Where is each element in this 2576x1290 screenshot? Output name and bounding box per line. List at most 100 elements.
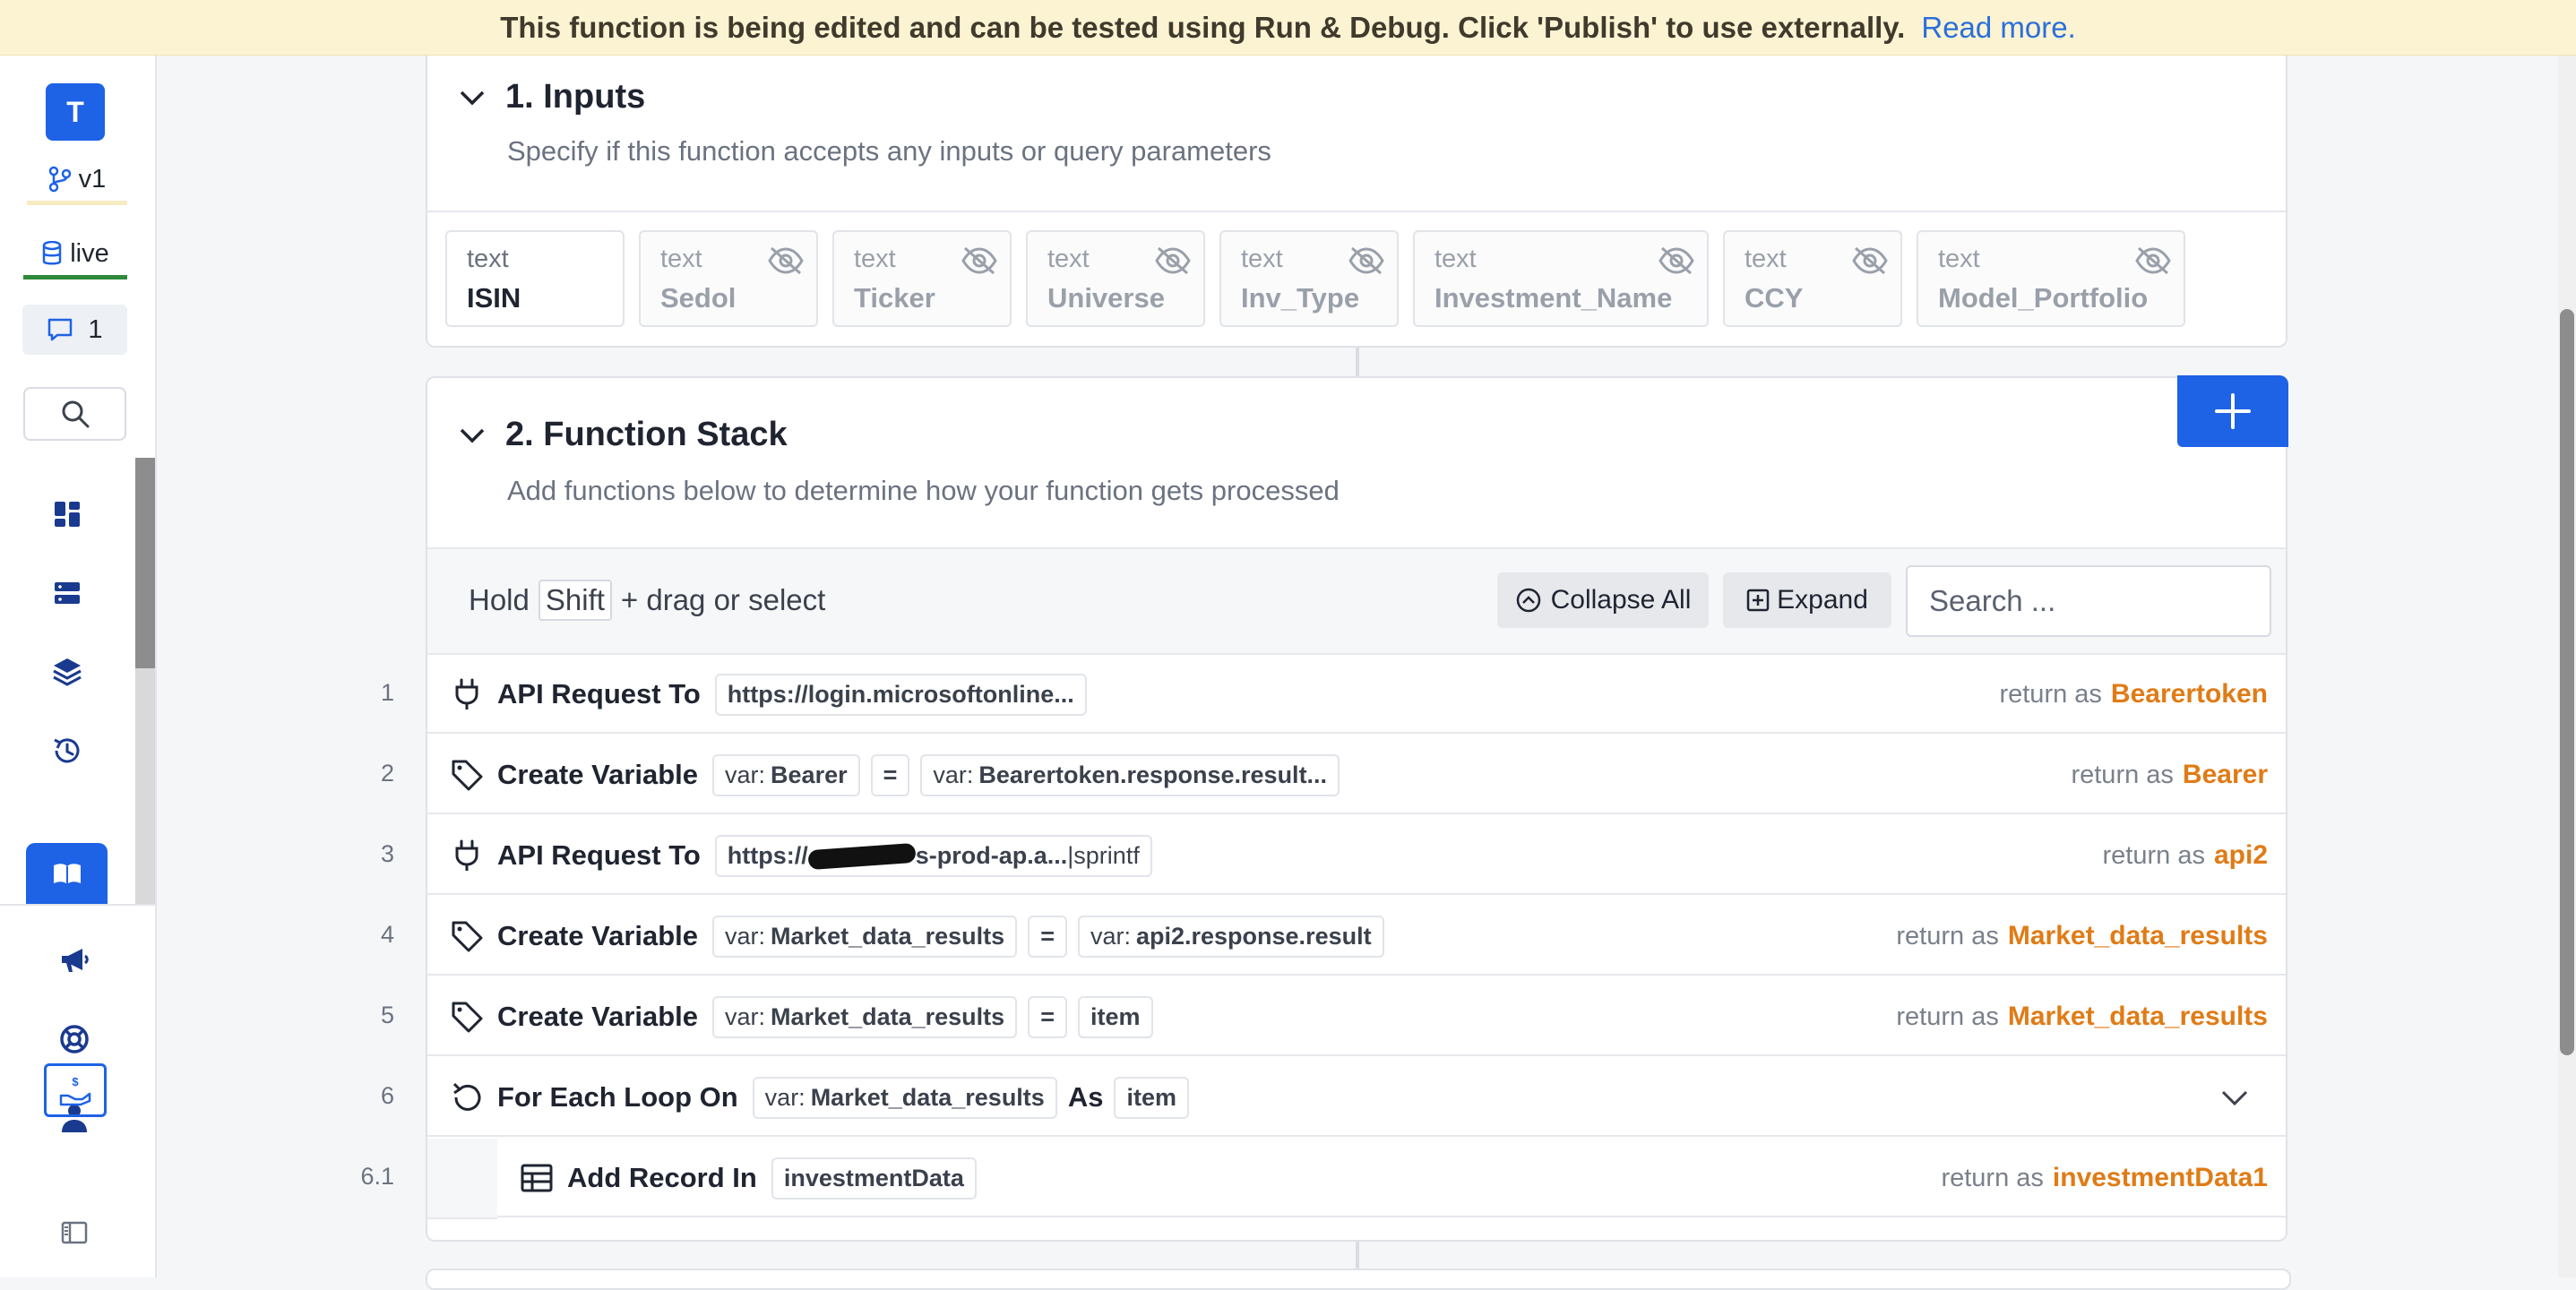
comments-count: 1 <box>88 314 103 344</box>
input-pill-ccy[interactable]: text CCY <box>1723 230 1902 327</box>
inputs-header[interactable]: 1. Inputs <box>459 78 645 116</box>
eye-off-icon[interactable] <box>2133 245 2173 277</box>
input-name: Sedol <box>660 282 737 314</box>
return-label: return as <box>1941 1163 2044 1192</box>
inputs-section: 1. Inputs Specify if this function accep… <box>426 55 2287 348</box>
database-icon[interactable] <box>36 562 99 624</box>
stack-title: 2. Function Stack <box>505 416 788 453</box>
chevron-down-icon[interactable] <box>459 89 486 107</box>
chip-value: Market_data_results <box>771 922 1005 950</box>
input-type: text <box>1047 245 1090 273</box>
url-part: s-prod-ap.a... <box>915 841 1068 869</box>
chevron-down-icon[interactable] <box>459 426 486 444</box>
history-icon[interactable] <box>36 719 99 782</box>
comments-button[interactable]: 1 <box>22 305 127 355</box>
row-title: Create Variable <box>497 759 699 790</box>
stack-row[interactable]: Create Variable var: Market_data_results … <box>427 977 2286 1056</box>
add-function-button[interactable] <box>2177 375 2288 447</box>
input-pill-inv-type[interactable]: text Inv_Type <box>1219 230 1399 327</box>
return-as: return as investmentData1 <box>1941 1139 2268 1217</box>
chip-prefix: var: <box>725 761 766 788</box>
stack-row[interactable]: Create Variable var: Bearer = var: Bearert… <box>427 735 2286 814</box>
eye-off-icon[interactable] <box>1347 245 1386 277</box>
tag-icon <box>452 921 483 952</box>
table-icon <box>521 1164 553 1192</box>
equals-chip: = <box>1028 995 1067 1038</box>
sidebar-toggle-icon[interactable] <box>43 1201 106 1264</box>
value-chip[interactable]: var: Market_data_results <box>752 1076 1057 1119</box>
variable-chip[interactable]: var: Market_data_results <box>712 995 1018 1038</box>
stack-row[interactable]: Create Variable var: Market_data_results … <box>427 897 2286 976</box>
expand-button[interactable]: Expand <box>1723 572 1891 628</box>
input-pill-model-portfolio[interactable]: text Model_Portfolio <box>1917 230 2185 327</box>
value-chip[interactable]: item <box>1077 995 1153 1038</box>
tag-icon <box>452 760 483 791</box>
workspace-avatar[interactable]: T <box>46 83 105 141</box>
banner-text: This function is being edited and can be… <box>500 10 1906 44</box>
billing-icon[interactable]: $ <box>44 1063 107 1117</box>
item-chip[interactable]: item <box>1114 1076 1189 1119</box>
equals-chip: = <box>1028 915 1067 958</box>
chip-prefix: var: <box>725 922 766 950</box>
row-number: 3 <box>380 840 394 867</box>
database-small-icon <box>42 241 62 265</box>
stack-search-input[interactable] <box>1906 565 2271 637</box>
url-chip[interactable]: https://login.microsoftonline... <box>714 673 1087 716</box>
input-pill-isin[interactable]: text ISIN <box>445 230 625 327</box>
stack-row[interactable]: For Each Loop On var: Market_data_results… <box>427 1058 2286 1137</box>
page-scrollbar-thumb[interactable] <box>2560 309 2574 1055</box>
section-connector <box>1356 348 1359 376</box>
row-number: 1 <box>380 679 394 706</box>
hint-suffix: + drag or select <box>620 583 826 616</box>
collapse-all-button[interactable]: Collapse All <box>1497 572 1709 628</box>
value-chip[interactable]: var: Bearertoken.response.result... <box>920 753 1340 796</box>
return-variable[interactable]: Bearer <box>2183 760 2268 790</box>
row-number: 4 <box>380 921 394 948</box>
filter-part: |sprintf <box>1067 841 1140 869</box>
input-pill-ticker[interactable]: text Ticker <box>832 230 1012 327</box>
stack-row[interactable]: API Request To https:// s-prod-ap.a...|sp… <box>427 816 2286 895</box>
sidebar-search-button[interactable] <box>23 387 126 441</box>
eye-off-icon[interactable] <box>766 245 806 277</box>
return-variable[interactable]: Bearertoken <box>2111 679 2268 710</box>
stack-row[interactable]: API Request To https://login.microsofton… <box>427 655 2286 734</box>
chip-prefix: var: <box>764 1083 806 1111</box>
environment-selector[interactable]: live <box>23 232 127 280</box>
return-variable[interactable]: Market_data_results <box>2008 921 2268 951</box>
input-pill-investment-name[interactable]: text Investment_Name <box>1413 230 1709 327</box>
stack-header[interactable]: 2. Function Stack <box>459 416 788 454</box>
version-selector[interactable]: v1 <box>27 158 127 205</box>
plug-icon <box>455 678 478 710</box>
row-title: Create Variable <box>497 1001 699 1032</box>
table-chip[interactable]: investmentData <box>771 1157 977 1200</box>
return-variable[interactable]: Market_data_results <box>2008 1002 2268 1032</box>
value-chip[interactable]: var: api2.response.result <box>1077 915 1384 958</box>
variable-chip[interactable]: var: Market_data_results <box>712 915 1018 958</box>
layers-icon[interactable] <box>36 641 99 703</box>
return-label: return as <box>1999 679 2102 709</box>
input-type: text <box>1745 245 1787 273</box>
eye-off-icon[interactable] <box>960 245 999 277</box>
eye-off-icon[interactable] <box>1153 245 1193 277</box>
eye-off-icon[interactable] <box>1657 245 1696 277</box>
input-name: Inv_Type <box>1241 282 1360 314</box>
stack-row[interactable]: Add Record In investmentData return as i… <box>497 1139 2286 1217</box>
library-icon[interactable] <box>26 843 108 904</box>
help-icon[interactable] <box>43 1008 106 1071</box>
megaphone-icon[interactable] <box>43 929 106 992</box>
return-variable[interactable]: api2 <box>2214 840 2268 871</box>
return-variable[interactable]: investmentData1 <box>2053 1163 2268 1193</box>
row-title: API Request To <box>497 678 701 710</box>
variable-chip[interactable]: var: Bearer <box>712 753 860 796</box>
sidebar-scrollbar-thumb[interactable] <box>135 458 155 668</box>
search-icon <box>62 400 89 428</box>
input-pill-sedol[interactable]: text Sedol <box>639 230 818 327</box>
input-type: text <box>1938 245 1980 273</box>
chevron-down-icon[interactable] <box>2219 1085 2250 1110</box>
input-pill-universe[interactable]: text Universe <box>1026 230 1205 327</box>
inputs-subtitle: Specify if this function accepts any inp… <box>507 135 1271 167</box>
dashboard-icon[interactable] <box>36 483 99 546</box>
read-more-link[interactable]: Read more. <box>1921 11 2075 45</box>
eye-off-icon[interactable] <box>1850 245 1890 277</box>
url-chip[interactable]: https:// s-prod-ap.a...|sprintf <box>714 834 1152 877</box>
